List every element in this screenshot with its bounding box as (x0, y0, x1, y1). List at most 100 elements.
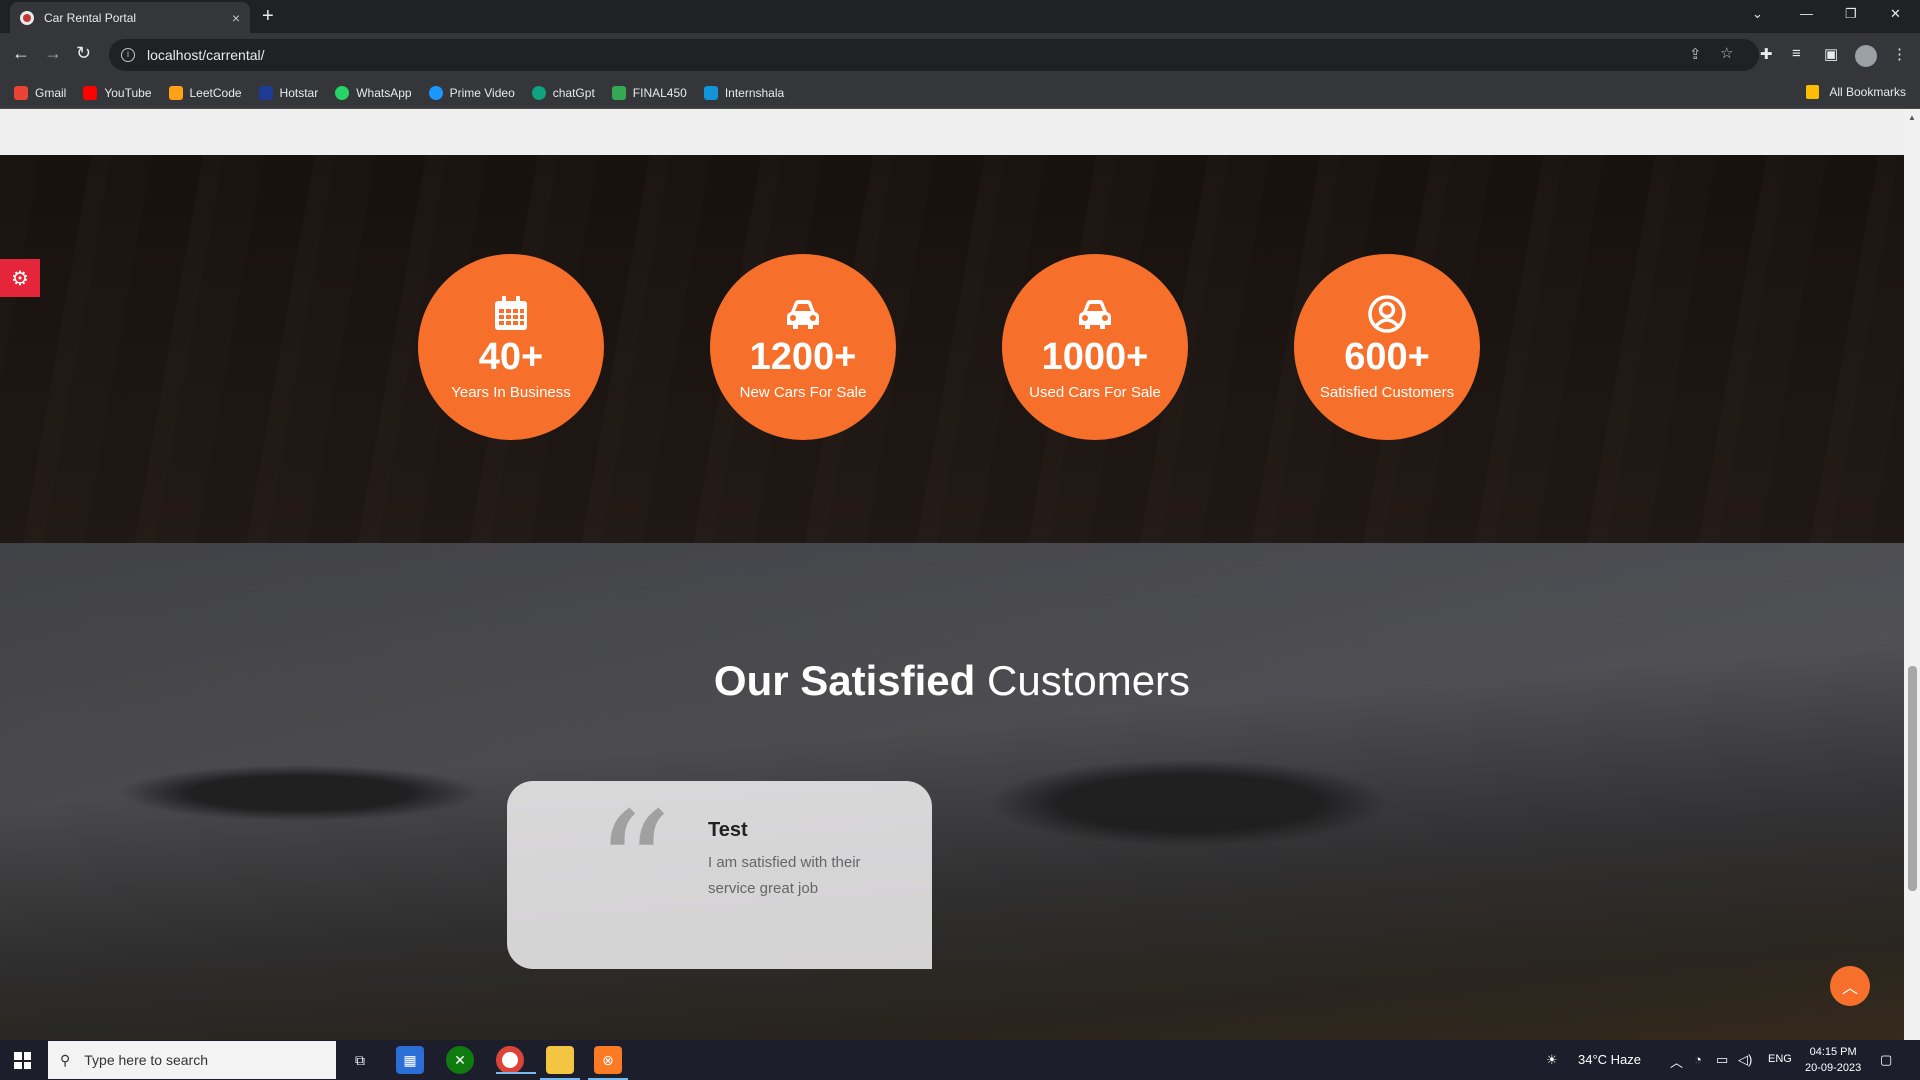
stat-satisfied-customers: 600+ Satisfied Customers (1294, 254, 1480, 440)
extensions-icon[interactable]: ✚ (1760, 45, 1773, 63)
stat-label: New Cars For Sale (739, 383, 867, 401)
url-text: localhost/carrental/ (147, 47, 265, 63)
scroll-to-top-button[interactable]: ︿ (1830, 966, 1870, 1006)
folder-icon (1806, 85, 1820, 99)
tab-close-icon[interactable]: × (232, 10, 240, 26)
site-favicon-icon (20, 10, 34, 25)
weather-icon: ☀ (1546, 1052, 1558, 1067)
tab-search-icon[interactable]: ⌄ (1752, 6, 1763, 22)
stat-years-in-business: 40+ Years In Business (418, 254, 604, 440)
clock-time: 04:15 PM (1809, 1046, 1857, 1058)
chatgpt-icon (531, 85, 546, 100)
search-icon: ⚲ (60, 1051, 71, 1068)
battery-icon[interactable]: ▭ (1716, 1052, 1728, 1068)
gmail-icon (14, 85, 28, 100)
youtube-icon (83, 85, 98, 100)
stat-value: 600+ (1344, 335, 1430, 378)
bookmark-whatsapp[interactable]: WhatsApp (335, 85, 412, 100)
side-panel-icon[interactable]: ▣ (1824, 45, 1838, 63)
notification-icon[interactable]: ▢ (1880, 1052, 1892, 1068)
network-icon[interactable]: ◔ (1694, 1052, 1702, 1067)
section-title-light: Customers (987, 657, 1191, 704)
close-window-button[interactable]: ✕ (1890, 6, 1901, 22)
all-bookmarks[interactable]: All Bookmarks (1806, 85, 1906, 99)
taskbar-search-input[interactable]: ⚲ Type here to search (48, 1041, 336, 1079)
bookmark-star-icon[interactable]: ☆ (1720, 44, 1733, 62)
browser-tab[interactable]: Car Rental Portal × (10, 2, 250, 33)
page-scrollbar[interactable]: ▲ (1904, 109, 1920, 1040)
drive-icon (611, 85, 626, 100)
browser-tab-bar: Car Rental Portal × + ⌄ — ❐ ✕ (0, 0, 1920, 33)
weather-text[interactable]: 34°C Haze (1578, 1052, 1641, 1067)
bookmark-prime-video[interactable]: Prime Video (428, 85, 515, 100)
address-bar[interactable]: i localhost/carrental/ (109, 39, 1759, 71)
stat-value: 1000+ (1041, 335, 1149, 378)
volume-icon[interactable]: ◁) (1738, 1052, 1752, 1068)
minimize-button[interactable]: — (1800, 6, 1813, 21)
windows-taskbar: ⚲ Type here to search ⧉ ▦ ✕ ⊗ ☀ 34°C Haz… (0, 1040, 1920, 1080)
scroll-up-arrow-icon[interactable]: ▲ (1908, 113, 1916, 122)
stat-value: 1200+ (749, 335, 857, 378)
user-circle-icon (1368, 294, 1406, 333)
settings-gear-button[interactable]: ⚙ (0, 259, 40, 297)
tab-title: Car Rental Portal (44, 10, 137, 25)
testimonials-section: Our Satisfied Customers “ Test I am sati… (0, 543, 1904, 1040)
leetcode-icon (168, 85, 183, 100)
testimonial-name: Test (708, 819, 748, 841)
stats-section: 40+ Years In Business 1200+ New Cars For… (0, 155, 1904, 543)
bookmark-internshala[interactable]: Internshala (703, 85, 784, 100)
taskbar-clock[interactable]: 04:15 PM 20-09-2023 (1805, 1044, 1861, 1076)
testimonial-card: “ Test I am satisfied with their service… (507, 781, 932, 969)
back-icon[interactable]: ← (12, 43, 30, 64)
show-hidden-icons-icon[interactable]: ︿ (1670, 1052, 1683, 1071)
prime-video-icon (428, 85, 443, 100)
menu-icon[interactable]: ⋮ (1892, 45, 1907, 63)
stat-label: Years In Business (451, 383, 571, 401)
chevron-up-icon: ︿ (1841, 980, 1858, 997)
file-explorer-icon[interactable] (540, 1046, 580, 1080)
task-view-icon[interactable]: ⧉ (346, 1046, 374, 1074)
bookmark-final450[interactable]: FINAL450 (611, 85, 687, 100)
site-info-icon[interactable]: i (121, 48, 135, 62)
car-icon (1079, 299, 1111, 329)
calendar-icon (495, 295, 527, 330)
stat-label: Used Cars For Sale (1029, 383, 1161, 401)
page-viewport: 40+ Years In Business 1200+ New Cars For… (0, 109, 1904, 1040)
bookmark-youtube[interactable]: YouTube (83, 85, 152, 100)
bookmarks-bar: Gmail YouTube LeetCode Hotstar WhatsApp … (0, 77, 1920, 109)
car-icon (787, 299, 819, 329)
hotstar-icon (258, 85, 273, 100)
restore-button[interactable]: ❐ (1845, 6, 1857, 22)
browser-toolbar: ← → ↻ i localhost/carrental/ ⇪ ☆ ✚ ≡ ▣ ⋮ (0, 33, 1920, 77)
internshala-icon (703, 85, 718, 100)
stat-label: Satisfied Customers (1319, 383, 1455, 401)
stat-value: 40+ (478, 335, 544, 378)
section-title-bold: Our Satisfied (713, 657, 976, 704)
language-indicator[interactable]: ENG (1768, 1053, 1792, 1065)
reload-icon[interactable]: ↻ (76, 43, 91, 64)
stat-new-cars: 1200+ New Cars For Sale (710, 254, 896, 440)
new-tab-button[interactable]: + (262, 5, 274, 28)
testimonial-message: I am satisfied with their service great … (708, 854, 861, 897)
bookmark-hotstar[interactable]: Hotstar (258, 85, 318, 100)
bookmark-chatgpt[interactable]: chatGpt (531, 85, 595, 100)
bookmark-gmail[interactable]: Gmail (14, 85, 66, 100)
xbox-icon[interactable]: ✕ (446, 1046, 474, 1074)
gear-icon: ⚙ (11, 267, 29, 290)
search-placeholder: Type here to search (84, 1052, 209, 1068)
stat-used-cars: 1000+ Used Cars For Sale (1002, 254, 1188, 440)
store-icon[interactable]: ▦ (396, 1046, 424, 1074)
windows-start-icon[interactable] (14, 1052, 31, 1069)
forward-icon[interactable]: → (44, 43, 62, 64)
chrome-icon[interactable] (496, 1046, 536, 1074)
share-icon[interactable]: ⇪ (1689, 45, 1702, 63)
whatsapp-icon (335, 85, 350, 100)
bookmark-leetcode[interactable]: LeetCode (168, 85, 242, 100)
section-title: Our Satisfied Customers (0, 657, 1904, 705)
xampp-icon[interactable]: ⊗ (588, 1046, 628, 1080)
quote-icon: “ (595, 781, 672, 955)
clock-date: 20-09-2023 (1805, 1062, 1862, 1074)
media-control-icon[interactable]: ≡ (1792, 45, 1801, 62)
scrollbar-thumb[interactable] (1908, 666, 1917, 891)
profile-avatar[interactable] (1855, 45, 1877, 67)
